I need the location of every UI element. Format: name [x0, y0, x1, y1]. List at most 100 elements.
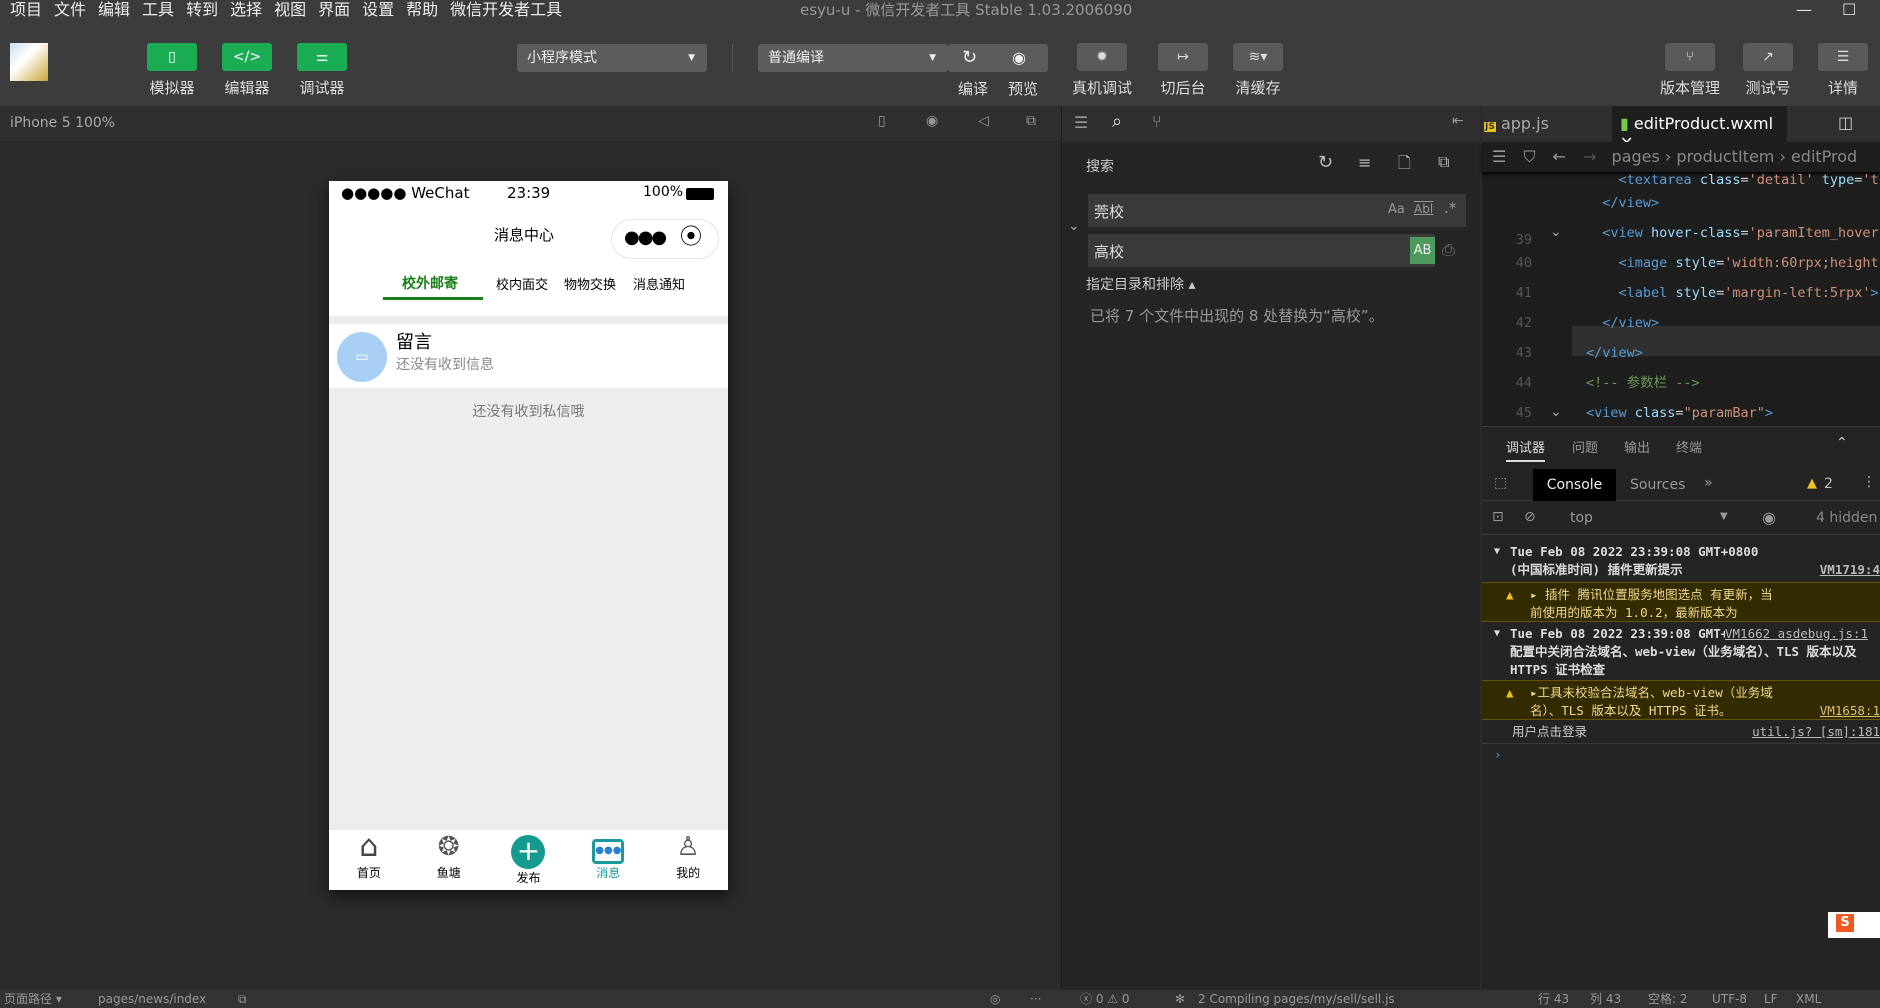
record-icon[interactable]: ◉: [926, 113, 938, 129]
tab-notice[interactable]: 消息通知: [633, 274, 685, 293]
tab-debugger[interactable]: 调试器: [1506, 437, 1546, 462]
maximize-button[interactable]: ☐: [1842, 0, 1856, 19]
ime-widget[interactable]: S: [1828, 912, 1880, 938]
chevron-up-icon[interactable]: ⌃: [1836, 435, 1848, 451]
console-group[interactable]: ▼ Tue Feb 08 2022 23:39:08 GMT+0800 (中国标准…: [1482, 542, 1880, 582]
replace-input[interactable]: 高校 AB: [1088, 234, 1435, 267]
source-link[interactable]: VM1719:4: [1820, 561, 1880, 579]
avatar[interactable]: [10, 43, 48, 81]
include-exclude-toggle[interactable]: 指定目录和排除 ▴: [1086, 274, 1195, 294]
source-link[interactable]: VM1658:1: [1820, 702, 1880, 719]
window-icon[interactable]: ⧉: [1026, 113, 1036, 129]
test-account-button[interactable]: ↗ 测试号: [1743, 43, 1793, 98]
match-case-toggle[interactable]: Aa: [1388, 202, 1405, 217]
branch-icon[interactable]: ⑂: [1152, 112, 1162, 131]
tab-app-js[interactable]: JS app.js: [1482, 106, 1612, 142]
tab-campus-meet[interactable]: 校内面交: [496, 274, 548, 293]
message-card[interactable]: ▭ 留言 还没有收到信息: [329, 324, 728, 388]
outline-icon[interactable]: ☰: [1492, 147, 1506, 166]
menu-item[interactable]: 项目: [10, 0, 42, 22]
console-prompt[interactable]: ›: [1482, 744, 1880, 766]
encoding[interactable]: UTF-8: [1712, 990, 1747, 1008]
chevron-down-icon[interactable]: ⌄: [1068, 218, 1080, 234]
menu-item[interactable]: 视图: [274, 0, 306, 22]
tab-sources[interactable]: Sources: [1630, 477, 1685, 493]
tab-exchange[interactable]: 物物交换: [564, 274, 616, 293]
replace-all-icon[interactable]: ⎙: [1442, 240, 1455, 260]
console-log[interactable]: 用户点击登录 util.js? [sm]:181: [1482, 720, 1880, 744]
editor-button[interactable]: </> 编辑器: [222, 43, 272, 98]
refresh-icon[interactable]: ↻: [1318, 152, 1333, 173]
list-icon[interactable]: ☰: [1074, 113, 1088, 132]
preview-icon[interactable]: ◎: [990, 990, 1000, 1008]
fold-chevron-icon[interactable]: ⌄: [1550, 224, 1562, 240]
collapse-all-icon[interactable]: ⧉: [1438, 152, 1449, 172]
menu-item[interactable]: 微信开发者工具: [450, 0, 562, 22]
hidden-count[interactable]: 4 hidden: [1816, 510, 1877, 526]
more-icon[interactable]: ●●●: [624, 227, 667, 248]
console-warning[interactable]: ▲ ▸工具未校验合法域名、web-view（业务域名）、TLS 版本以及 HTTP…: [1482, 680, 1880, 720]
compile-select[interactable]: 普通编译 ▼: [758, 44, 948, 72]
regex-toggle[interactable]: .*: [1444, 199, 1456, 217]
volume-icon[interactable]: ◁: [978, 113, 989, 129]
language-mode[interactable]: XML: [1796, 990, 1821, 1008]
clear-cache-button[interactable]: ≋▾ 清缓存: [1233, 43, 1283, 98]
split-editor-icon[interactable]: ◫: [1838, 113, 1853, 132]
menu-item[interactable]: 选择: [230, 0, 262, 22]
source-link[interactable]: util.js? [sm]:181: [1752, 723, 1880, 741]
tabbar-messages[interactable]: ●●● 消息: [568, 830, 648, 890]
minimize-button[interactable]: —: [1796, 0, 1812, 19]
menu-item[interactable]: 编辑: [98, 0, 130, 22]
remote-debug-button[interactable]: ✹ 真机调试: [1072, 43, 1132, 98]
device-select[interactable]: iPhone 5 100%: [10, 115, 115, 131]
close-target-icon[interactable]: ⦿: [680, 226, 702, 250]
fold-chevron-icon[interactable]: ⌄: [1550, 404, 1562, 420]
preserve-case-toggle[interactable]: AB: [1410, 237, 1435, 264]
tabbar-home[interactable]: ⌂ 首页: [329, 830, 409, 890]
more-icon[interactable]: ···: [1030, 990, 1041, 1008]
menu-item[interactable]: 设置: [362, 0, 394, 22]
phone-icon[interactable]: ▯: [878, 113, 886, 129]
caret-down-icon[interactable]: ▼: [1720, 511, 1728, 522]
problems-count[interactable]: ⓧ 0 ⚠ 0: [1080, 990, 1129, 1008]
menu-item[interactable]: 文件: [54, 0, 86, 22]
whole-word-toggle[interactable]: Abl: [1414, 202, 1433, 216]
details-button[interactable]: ☰ 详情: [1818, 43, 1868, 98]
clear-results-icon[interactable]: ≡: [1358, 153, 1371, 172]
warning-count[interactable]: 2: [1824, 476, 1833, 492]
bookmark-icon[interactable]: ⛉: [1523, 147, 1535, 166]
menu-item[interactable]: 工具: [142, 0, 174, 22]
tab-console[interactable]: Console: [1533, 469, 1616, 501]
line-ending[interactable]: LF: [1764, 990, 1778, 1008]
copy-icon[interactable]: ⧉: [238, 990, 247, 1008]
search-icon[interactable]: ⌕: [1112, 111, 1122, 132]
tab-output[interactable]: 输出: [1624, 437, 1650, 456]
console-warning[interactable]: ▲ ▸ 插件 腾讯位置服务地图选点 有更新，当前使用的版本为 1.0.2，最新版本…: [1482, 582, 1880, 622]
tabbar-publish[interactable]: + 发布: [489, 830, 569, 890]
source-link[interactable]: VM1662 asdebug.js:1: [1725, 625, 1880, 643]
compile-button[interactable]: 编译: [958, 78, 988, 99]
mode-select[interactable]: 小程序模式 ▼: [517, 44, 707, 72]
code-content[interactable]: <textarea class='detail' type='t </view>…: [1586, 172, 1879, 428]
simulator-button[interactable]: ▯ 模拟器: [147, 43, 197, 98]
new-file-icon[interactable]: 🗋: [1398, 152, 1411, 179]
back-icon[interactable]: ←: [1553, 147, 1566, 166]
collapse-icon[interactable]: ⇤: [1452, 113, 1464, 129]
tab-editproduct-wxml[interactable]: ▮ editProduct.wxml ✕: [1612, 106, 1787, 152]
preview-button[interactable]: 预览: [1008, 78, 1038, 99]
eye-icon[interactable]: ◉: [1012, 44, 1026, 72]
page-path-select[interactable]: 页面路径 ▾: [4, 990, 62, 1008]
console-group[interactable]: ▼ Tue Feb 08 2022 23:39:08 GMT+0800 (中国标准…: [1482, 622, 1880, 680]
version-button[interactable]: ⑂ 版本管理: [1660, 43, 1720, 98]
tab-terminal[interactable]: 终端: [1676, 437, 1702, 456]
search-input[interactable]: 莞校 Aa Abl .*: [1088, 194, 1466, 227]
context-select[interactable]: top: [1570, 510, 1593, 526]
clear-console-icon[interactable]: ⊘: [1524, 509, 1536, 525]
breadcrumb[interactable]: pages › productItem › editProd: [1612, 147, 1858, 166]
background-button[interactable]: ↦ 切后台: [1158, 43, 1208, 98]
debugger-button[interactable]: ⚌ 调试器: [297, 43, 347, 98]
forward-icon[interactable]: →: [1583, 147, 1596, 166]
cursor-line[interactable]: 行 43: [1538, 990, 1569, 1008]
inspect-icon[interactable]: ⬚: [1494, 475, 1507, 491]
tab-outside-mail[interactable]: 校外邮寄: [402, 273, 458, 293]
